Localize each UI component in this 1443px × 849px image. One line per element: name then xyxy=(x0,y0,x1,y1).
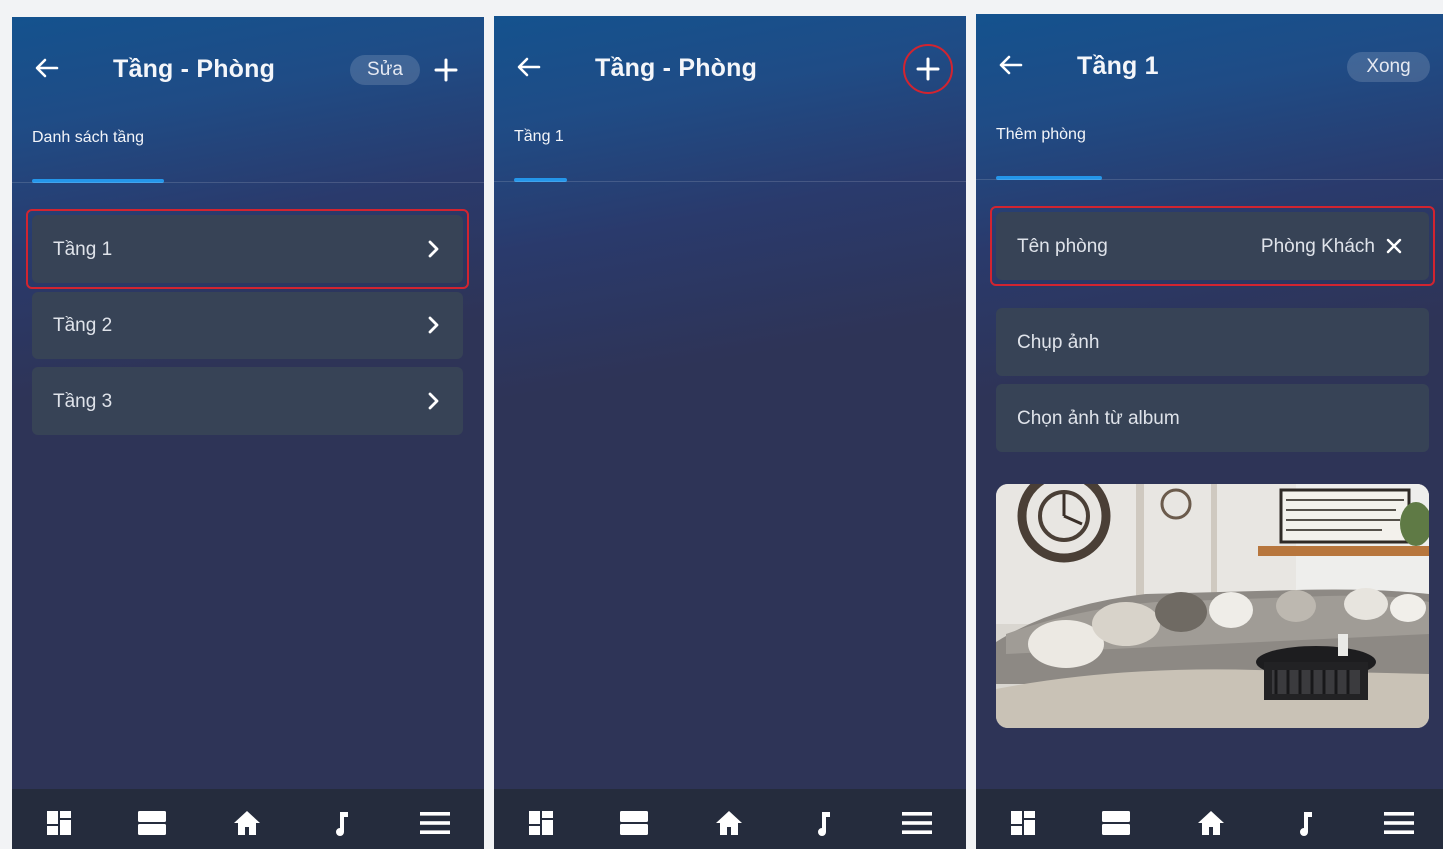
tab-divider xyxy=(12,182,484,183)
rooms-icon[interactable] xyxy=(137,808,167,838)
tab-floor-1[interactable]: Tầng 1 xyxy=(514,128,564,146)
header: Tầng - Phòng Sửa xyxy=(12,17,484,125)
bottom-nav xyxy=(12,789,484,849)
floor-label: Tầng 2 xyxy=(53,315,113,336)
chevron-right-icon xyxy=(428,392,439,410)
home-icon[interactable] xyxy=(1196,808,1226,838)
back-button[interactable] xyxy=(996,50,1030,84)
dashboard-icon[interactable] xyxy=(526,808,556,838)
floor-row-3[interactable]: Tầng 3 xyxy=(32,367,463,435)
page-title: Tầng 1 xyxy=(1077,52,1159,80)
highlight-frame xyxy=(26,209,469,289)
floor-label: Tầng 3 xyxy=(53,391,113,412)
add-floor-button[interactable] xyxy=(429,53,463,87)
highlight-frame xyxy=(990,206,1435,286)
arrow-left-icon xyxy=(35,58,59,78)
tab-divider xyxy=(976,179,1443,180)
highlight-circle xyxy=(903,44,953,94)
tab-divider xyxy=(494,181,966,182)
bottom-nav xyxy=(494,789,966,849)
music-icon[interactable] xyxy=(1291,808,1321,838)
menu-icon[interactable] xyxy=(902,808,932,838)
screen-add-room: Tầng 1 Xong Thêm phòng Tên phòng Phòng K… xyxy=(976,14,1443,849)
tab-floor-list[interactable]: Danh sách tầng xyxy=(32,129,144,147)
arrow-left-icon xyxy=(999,55,1023,75)
tab-add-room[interactable]: Thêm phòng xyxy=(996,126,1086,144)
rooms-icon[interactable] xyxy=(1101,808,1131,838)
rooms-icon[interactable] xyxy=(619,808,649,838)
dashboard-icon[interactable] xyxy=(1008,808,1038,838)
back-button[interactable] xyxy=(514,52,548,86)
option-label: Chọn ảnh từ album xyxy=(1017,408,1180,429)
arrow-left-icon xyxy=(517,57,541,77)
page-title: Tầng - Phòng xyxy=(595,54,758,82)
bottom-nav xyxy=(976,789,1443,849)
header: Tầng - Phòng xyxy=(494,16,966,124)
option-label: Chụp ảnh xyxy=(1017,332,1100,353)
screen-floor-list: Tầng - Phòng Sửa Danh sách tầng Tầng 1 T… xyxy=(12,17,484,849)
screen-floor-detail: Tầng - Phòng Tầng 1 xyxy=(494,16,966,849)
menu-icon[interactable] xyxy=(1384,808,1414,838)
page-title: Tầng - Phòng xyxy=(113,55,276,83)
header: Tầng 1 Xong xyxy=(976,14,1443,122)
menu-icon[interactable] xyxy=(420,808,450,838)
music-icon[interactable] xyxy=(327,808,357,838)
home-icon[interactable] xyxy=(232,808,262,838)
room-photo xyxy=(996,484,1429,728)
edit-button[interactable]: Sửa xyxy=(350,55,420,85)
plus-icon xyxy=(434,58,458,82)
take-photo-option[interactable]: Chụp ảnh xyxy=(996,308,1429,376)
home-icon[interactable] xyxy=(714,808,744,838)
floor-row-2[interactable]: Tầng 2 xyxy=(32,292,463,359)
done-button[interactable]: Xong xyxy=(1347,52,1430,82)
choose-from-album-option[interactable]: Chọn ảnh từ album xyxy=(996,384,1429,452)
music-icon[interactable] xyxy=(809,808,839,838)
back-button[interactable] xyxy=(32,53,66,87)
chevron-right-icon xyxy=(428,316,439,334)
dashboard-icon[interactable] xyxy=(44,808,74,838)
